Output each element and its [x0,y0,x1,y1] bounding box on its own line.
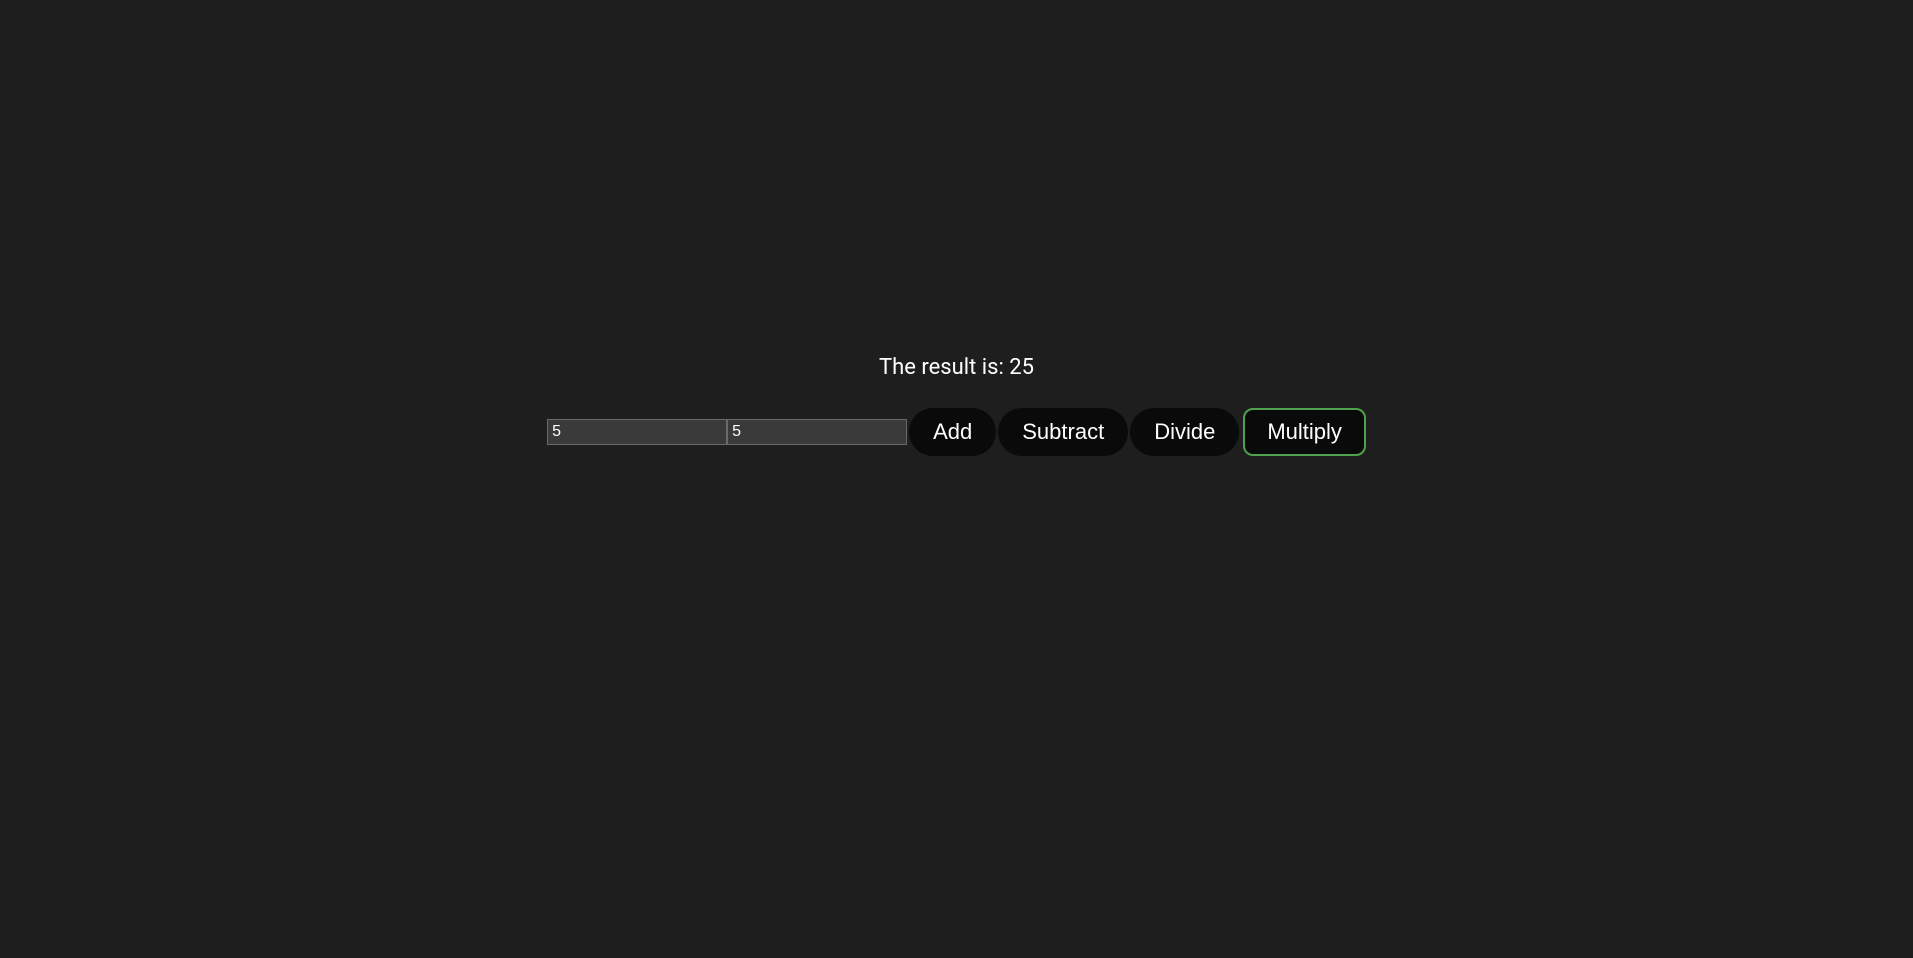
second-number-input[interactable] [727,419,907,445]
calculator-container: The result is: 25 Add Subtract Divide Mu… [547,355,1366,456]
divide-button[interactable]: Divide [1130,408,1239,456]
first-number-input[interactable] [547,419,727,445]
add-button[interactable]: Add [909,408,996,456]
result-label: The result is: [879,355,1009,380]
controls-row: Add Subtract Divide Multiply [547,408,1366,456]
result-display: The result is: 25 [879,355,1034,380]
multiply-button[interactable]: Multiply [1243,408,1366,456]
subtract-button[interactable]: Subtract [998,408,1128,456]
result-value: 25 [1009,355,1034,380]
